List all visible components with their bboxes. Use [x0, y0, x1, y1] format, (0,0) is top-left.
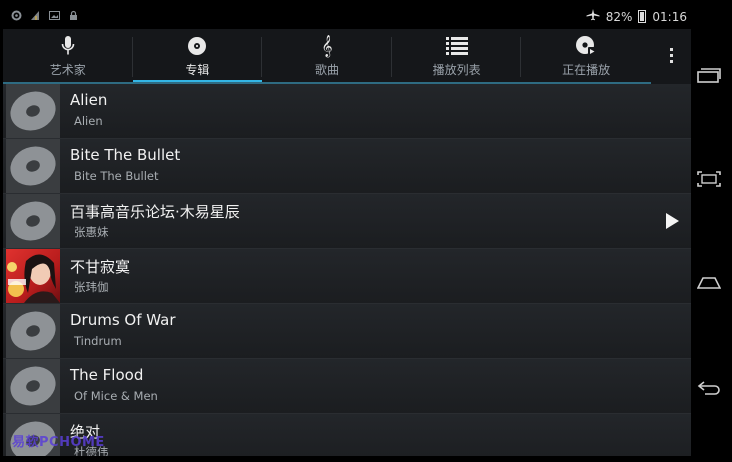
- home-icon: [697, 277, 721, 289]
- album-title: 百事高音乐论坛·木易星辰: [70, 203, 240, 221]
- more-vert-icon: [669, 48, 673, 63]
- overflow-menu-button[interactable]: [651, 29, 691, 82]
- settings-icon: [11, 10, 22, 21]
- album-title: Bite The Bullet: [70, 146, 181, 164]
- tab-artists[interactable]: 艺术家: [3, 29, 133, 82]
- app-screen: 82% 01:16 艺术家 专辑 𝄞 歌曲 播放列表 正在播放 Alien Al…: [3, 3, 691, 456]
- navigation-bar: [691, 3, 726, 456]
- tab-label: 播放列表: [432, 63, 481, 77]
- screenshot-button[interactable]: [695, 167, 723, 191]
- album-art-placeholder: [6, 359, 60, 413]
- album-art-placeholder: [6, 139, 60, 193]
- disc-icon: [187, 35, 207, 57]
- tab-label: 歌曲: [314, 63, 339, 77]
- lock-icon: [68, 10, 79, 21]
- status-bar: 82% 01:16: [3, 3, 691, 29]
- tab-label: 艺术家: [49, 63, 86, 77]
- playlist-icon: [445, 35, 468, 57]
- screenshot-icon: [697, 171, 721, 187]
- tab-label: 专辑: [185, 63, 210, 77]
- album-art-placeholder: [6, 304, 60, 358]
- tab-playlists[interactable]: 播放列表: [392, 29, 522, 82]
- image-icon: [49, 10, 60, 21]
- album-artist: Bite The Bullet: [74, 169, 159, 183]
- list-item[interactable]: The Flood Of Mice & Men: [3, 359, 691, 414]
- recent-apps-icon: [697, 68, 721, 83]
- album-artist: 张惠妹: [74, 225, 109, 239]
- now-playing-icon: [575, 35, 597, 57]
- album-title: Alien: [70, 91, 108, 109]
- status-right: 82% 01:16: [586, 9, 687, 24]
- back-button[interactable]: [695, 375, 723, 399]
- tab-now-playing[interactable]: 正在播放: [521, 29, 651, 82]
- album-title: Drums Of War: [70, 311, 176, 329]
- play-icon[interactable]: [666, 213, 679, 229]
- album-title: 不甘寂寞: [70, 258, 131, 276]
- antenna-icon: [30, 10, 41, 21]
- tab-label: 正在播放: [562, 63, 611, 77]
- album-list: Alien Alien Bite The Bullet Bite The Bul…: [3, 84, 691, 456]
- recent-apps-button[interactable]: [695, 63, 723, 87]
- watermark: 易软PCHOME: [12, 435, 105, 450]
- list-item[interactable]: 绝对 杜德伟: [3, 414, 691, 456]
- airplane-icon: [586, 9, 600, 24]
- album-title: The Flood: [70, 366, 144, 384]
- tab-bar: 艺术家 专辑 𝄞 歌曲 播放列表 正在播放: [3, 29, 691, 84]
- treble-clef-icon: 𝄞: [321, 35, 333, 57]
- battery-percent: 82%: [605, 9, 633, 24]
- album-artist: Of Mice & Men: [74, 389, 158, 403]
- list-item[interactable]: 百事高音乐论坛·木易星辰 张惠妹: [3, 194, 691, 249]
- list-item[interactable]: 不甘寂寞 张玮伽: [3, 249, 691, 304]
- list-item[interactable]: Bite The Bullet Bite The Bullet: [3, 139, 691, 194]
- list-item[interactable]: Alien Alien: [3, 84, 691, 139]
- list-item[interactable]: Drums Of War Tindrum: [3, 304, 691, 359]
- back-icon: [697, 381, 720, 395]
- album-artist: Tindrum: [74, 334, 122, 348]
- tab-albums[interactable]: 专辑: [132, 29, 263, 84]
- home-button[interactable]: [695, 271, 723, 295]
- album-cover-photo: [6, 249, 60, 303]
- notification-icons: [11, 10, 79, 21]
- album-art-placeholder: [6, 84, 60, 138]
- album-artist: 张玮伽: [74, 280, 109, 294]
- battery-icon: [638, 10, 647, 23]
- microphone-icon: [61, 35, 75, 57]
- album-art-placeholder: [6, 194, 60, 248]
- clock: 01:16: [652, 9, 687, 24]
- album-artist: Alien: [74, 114, 103, 128]
- tab-songs[interactable]: 𝄞 歌曲: [262, 29, 392, 82]
